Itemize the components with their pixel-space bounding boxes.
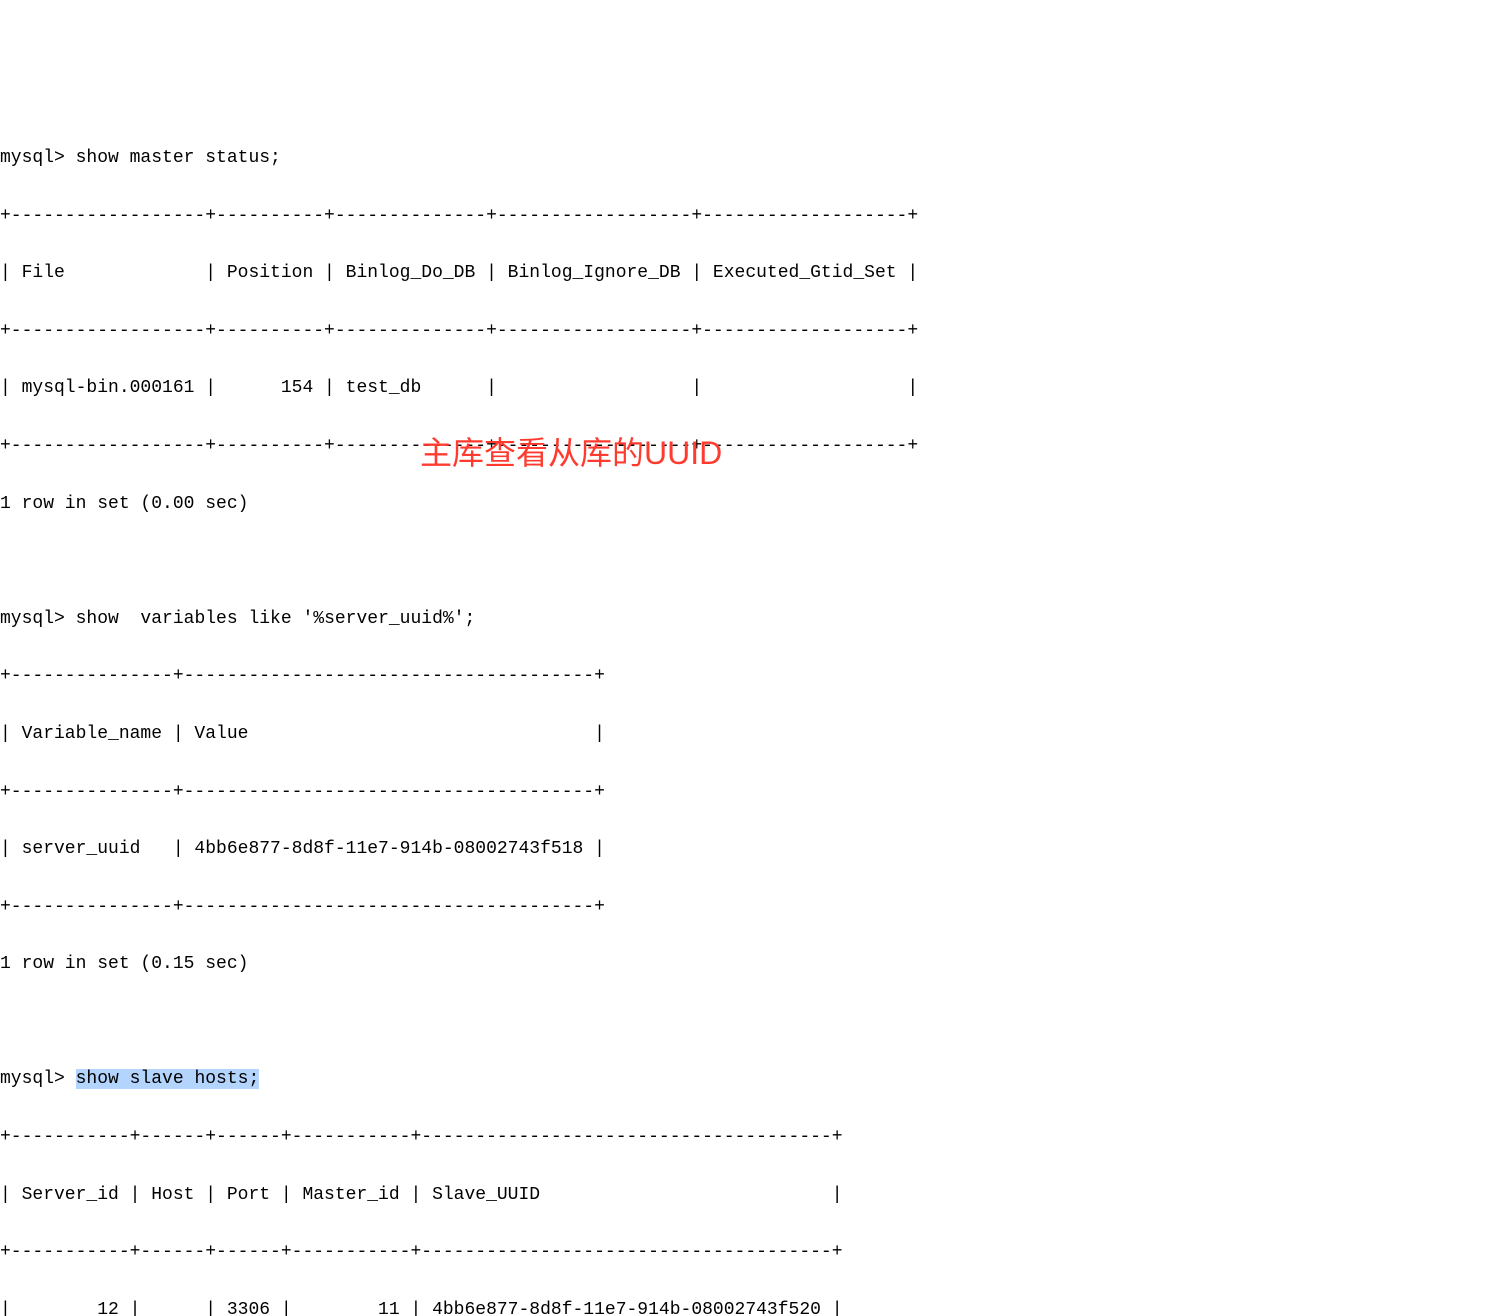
table-header: | Server_id | Host | Port | Master_id | … (0, 1181, 1492, 1210)
blank-line (0, 547, 1492, 576)
table-header: | Variable_name | Value | (0, 720, 1492, 749)
mysql-prompt: mysql> (0, 148, 76, 168)
table-row: | server_uuid | 4bb6e877-8d8f-11e7-914b-… (0, 835, 1492, 864)
mysql-prompt-line[interactable]: mysql> show slave hosts; (0, 1065, 1492, 1094)
result-footer: 1 row in set (0.15 sec) (0, 950, 1492, 979)
annotation-text: 主库查看从库的UUID (420, 428, 722, 479)
mysql-prompt-line[interactable]: mysql> show variables like '%server_uuid… (0, 605, 1492, 634)
table-border: +------------------+----------+---------… (0, 202, 1492, 231)
table-header: | File | Position | Binlog_Do_DB | Binlo… (0, 259, 1492, 288)
sql-command: show variables like '%server_uuid%'; (76, 609, 476, 629)
blank-line (0, 1008, 1492, 1037)
table-border: +---------------+-----------------------… (0, 893, 1492, 922)
mysql-prompt: mysql> (0, 609, 76, 629)
table-border: +-----------+------+------+-----------+-… (0, 1238, 1492, 1267)
sql-command: show master status; (76, 148, 281, 168)
terminal-output: mysql> show master status; +------------… (0, 115, 1492, 1316)
mysql-prompt-line[interactable]: mysql> show master status; (0, 144, 1492, 173)
table-border: +------------------+----------+---------… (0, 317, 1492, 346)
sql-command-highlighted: show slave hosts; (76, 1069, 260, 1089)
table-border: +------------------+----------+---------… (0, 432, 1492, 461)
table-border: +---------------+-----------------------… (0, 662, 1492, 691)
table-row: | mysql-bin.000161 | 154 | test_db | | | (0, 374, 1492, 403)
mysql-prompt: mysql> (0, 1069, 76, 1089)
table-border: +---------------+-----------------------… (0, 778, 1492, 807)
table-border: +-----------+------+------+-----------+-… (0, 1123, 1492, 1152)
result-footer: 1 row in set (0.00 sec) (0, 490, 1492, 519)
table-row: | 12 | | 3306 | 11 | 4bb6e877-8d8f-11e7-… (0, 1296, 1492, 1316)
